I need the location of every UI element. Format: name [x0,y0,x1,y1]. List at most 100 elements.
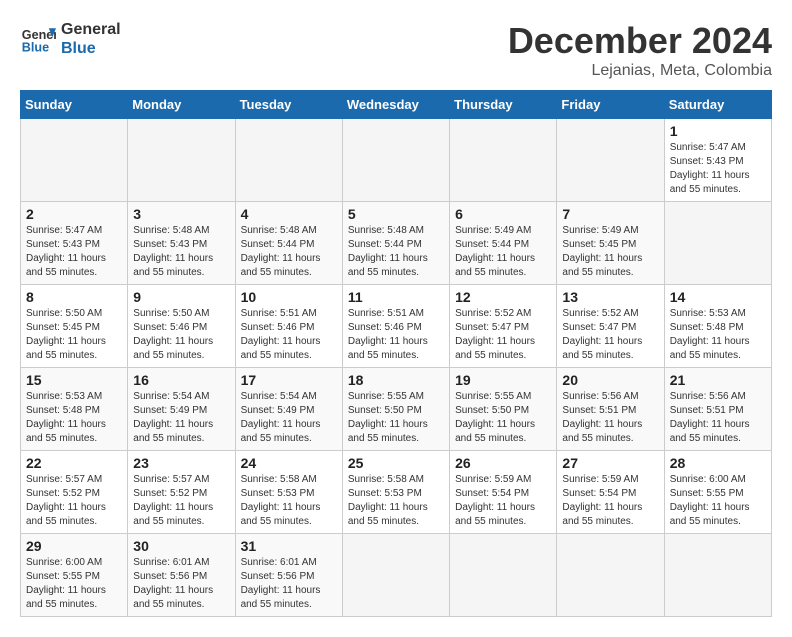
day-number: 23 [133,455,229,471]
calendar-cell: 18Sunrise: 5:55 AM Sunset: 5:50 PM Dayli… [342,368,449,451]
calendar-cell: 9 Sunrise: 5:50 AM Sunset: 5:46 PM Daylig… [128,285,235,368]
calendar-cell: 5Sunrise: 5:48 AM Sunset: 5:44 PM Daylig… [342,202,449,285]
day-number: 18 [348,372,444,388]
col-header-thursday: Thursday [450,91,557,119]
col-header-wednesday: Wednesday [342,91,449,119]
day-number: 27 [562,455,658,471]
col-header-friday: Friday [557,91,664,119]
day-number: 7 [562,206,658,222]
day-detail: Sunrise: 5:56 AM Sunset: 5:51 PM Dayligh… [562,390,658,446]
logo-icon: General Blue [20,21,56,57]
calendar-week-3: 8Sunrise: 5:50 AM Sunset: 5:45 PM Daylig… [21,285,772,368]
day-number: 5 [348,206,444,222]
calendar-cell: 7Sunrise: 5:49 AM Sunset: 5:45 PM Daylig… [557,202,664,285]
day-detail: Sunrise: 5:59 AM Sunset: 5:54 PM Dayligh… [562,473,658,529]
day-number: 9 [133,289,229,305]
day-number: 21 [670,372,766,388]
day-detail: Sunrise: 5:54 AM Sunset: 5:49 PM Dayligh… [241,390,337,446]
day-number: 22 [26,455,122,471]
calendar-cell: 6Sunrise: 5:49 AM Sunset: 5:44 PM Daylig… [450,202,557,285]
day-detail: Sunrise: 5:56 AM Sunset: 5:51 PM Dayligh… [670,390,766,446]
calendar-cell: 11Sunrise: 5:51 AM Sunset: 5:46 PM Dayli… [342,285,449,368]
calendar-cell: 16Sunrise: 5:54 AM Sunset: 5:49 PM Dayli… [128,368,235,451]
title-area: December 2024 Lejanias, Meta, Colombia [508,20,772,80]
day-detail: Sunrise: 6:00 AM Sunset: 5:55 PM Dayligh… [670,473,766,529]
day-number: 26 [455,455,551,471]
calendar-cell: 20Sunrise: 5:56 AM Sunset: 5:51 PM Dayli… [557,368,664,451]
day-number: 14 [670,289,766,305]
calendar-cell: 29Sunrise: 6:00 AM Sunset: 5:55 PM Dayli… [21,534,128,617]
day-detail: Sunrise: 5:59 AM Sunset: 5:54 PM Dayligh… [455,473,551,529]
calendar-cell: 14Sunrise: 5:53 AM Sunset: 5:48 PM Dayli… [664,285,771,368]
day-detail: Sunrise: 5:58 AM Sunset: 5:53 PM Dayligh… [348,473,444,529]
day-number: 4 [241,206,337,222]
calendar-cell: 31 Sunrise: 6:01 AM Sunset: 5:56 PM Dayli… [235,534,342,617]
day-detail: Sunrise: 5:47 AM Sunset: 5:43 PM Dayligh… [670,141,766,197]
day-number: 10 [241,289,337,305]
day-detail: Sunrise: 5:48 AM Sunset: 5:43 PM Dayligh… [133,224,229,280]
day-detail: Sunrise: 5:58 AM Sunset: 5:53 PM Dayligh… [241,473,337,529]
day-detail: Sunrise: 5:52 AM Sunset: 5:47 PM Dayligh… [562,307,658,363]
calendar-week-6: 29Sunrise: 6:00 AM Sunset: 5:55 PM Dayli… [21,534,772,617]
day-detail: Sunrise: 5:47 AM Sunset: 5:43 PM Dayligh… [26,224,122,280]
calendar-cell [342,119,449,202]
day-detail: Sunrise: 5:50 AM Sunset: 5:46 PM Dayligh… [133,307,229,363]
day-number: 17 [241,372,337,388]
calendar-cell: 10 Sunrise: 5:51 AM Sunset: 5:46 PM Dayli… [235,285,342,368]
day-number: 31 [241,538,337,554]
calendar-cell: 30Sunrise: 6:01 AM Sunset: 5:56 PM Dayli… [128,534,235,617]
day-detail: Sunrise: 5:48 AM Sunset: 5:44 PM Dayligh… [241,224,337,280]
calendar-cell [664,534,771,617]
day-detail: Sunrise: 5:54 AM Sunset: 5:49 PM Dayligh… [133,390,229,446]
calendar-cell: 12 Sunrise: 5:52 AM Sunset: 5:47 PM Dayli… [450,285,557,368]
calendar-cell: 15Sunrise: 5:53 AM Sunset: 5:48 PM Dayli… [21,368,128,451]
calendar-cell: 3 Sunrise: 5:48 AM Sunset: 5:43 PM Daylig… [128,202,235,285]
col-header-sunday: Sunday [21,91,128,119]
day-number: 19 [455,372,551,388]
day-number: 13 [562,289,658,305]
calendar-cell: 23 Sunrise: 5:57 AM Sunset: 5:52 PM Dayli… [128,451,235,534]
day-number: 6 [455,206,551,222]
calendar-cell [557,534,664,617]
day-number: 12 [455,289,551,305]
day-number: 11 [348,289,444,305]
svg-text:Blue: Blue [22,41,49,55]
day-detail: Sunrise: 5:51 AM Sunset: 5:46 PM Dayligh… [241,307,337,363]
calendar-cell [450,534,557,617]
col-header-saturday: Saturday [664,91,771,119]
calendar-cell: 17 Sunrise: 5:54 AM Sunset: 5:49 PM Dayli… [235,368,342,451]
calendar-cell [128,119,235,202]
calendar-table: SundayMondayTuesdayWednesdayThursdayFrid… [20,90,772,617]
calendar-cell: 19 Sunrise: 5:55 AM Sunset: 5:50 PM Dayli… [450,368,557,451]
day-detail: Sunrise: 5:57 AM Sunset: 5:52 PM Dayligh… [133,473,229,529]
calendar-cell [21,119,128,202]
day-number: 30 [133,538,229,554]
calendar-cell: 2Sunrise: 5:47 AM Sunset: 5:43 PM Daylig… [21,202,128,285]
day-number: 28 [670,455,766,471]
logo-line2: Blue [61,39,121,58]
day-detail: Sunrise: 5:55 AM Sunset: 5:50 PM Dayligh… [455,390,551,446]
day-detail: Sunrise: 5:50 AM Sunset: 5:45 PM Dayligh… [26,307,122,363]
day-detail: Sunrise: 5:52 AM Sunset: 5:47 PM Dayligh… [455,307,551,363]
calendar-cell [664,202,771,285]
location: Lejanias, Meta, Colombia [508,62,772,80]
calendar-cell: 1 Sunrise: 5:47 AM Sunset: 5:43 PM Daylig… [664,119,771,202]
day-number: 3 [133,206,229,222]
calendar-week-4: 15Sunrise: 5:53 AM Sunset: 5:48 PM Dayli… [21,368,772,451]
month-title: December 2024 [508,20,772,62]
calendar-cell: 22Sunrise: 5:57 AM Sunset: 5:52 PM Dayli… [21,451,128,534]
page-header: General Blue General Blue December 2024 … [20,20,772,80]
day-detail: Sunrise: 6:01 AM Sunset: 5:56 PM Dayligh… [241,556,337,612]
calendar-cell: 25 Sunrise: 5:58 AM Sunset: 5:53 PM Dayli… [342,451,449,534]
calendar-cell [342,534,449,617]
day-number: 25 [348,455,444,471]
calendar-cell: 28 Sunrise: 6:00 AM Sunset: 5:55 PM Dayli… [664,451,771,534]
calendar-cell: 4 Sunrise: 5:48 AM Sunset: 5:44 PM Daylig… [235,202,342,285]
calendar-week-5: 22 Sunrise: 5:57 AM Sunset: 5:52 PM Dayli… [21,451,772,534]
calendar-header-row: SundayMondayTuesdayWednesdayThursdayFrid… [21,91,772,119]
day-number: 1 [670,123,766,139]
day-number: 29 [26,538,122,554]
calendar-cell: 21 Sunrise: 5:56 AM Sunset: 5:51 PM Dayli… [664,368,771,451]
calendar-week-2: 2Sunrise: 5:47 AM Sunset: 5:43 PM Daylig… [21,202,772,285]
day-number: 15 [26,372,122,388]
